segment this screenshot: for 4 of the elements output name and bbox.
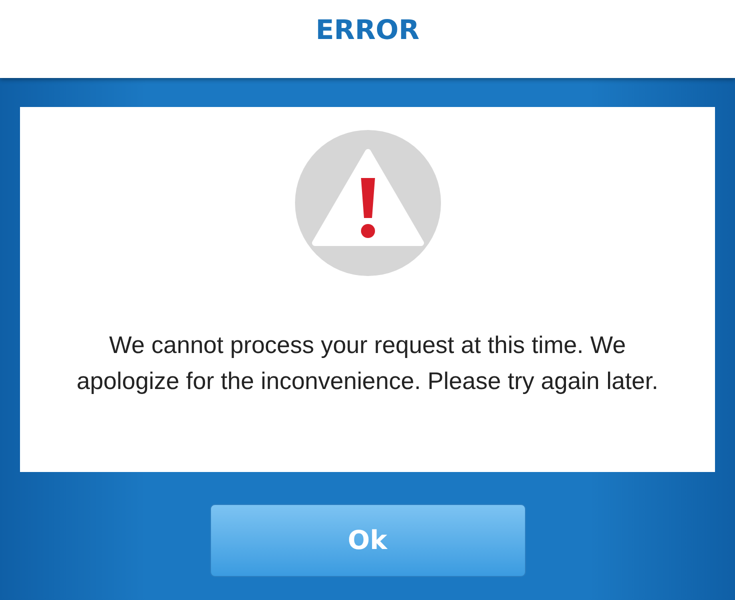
ok-button[interactable]: Ok	[210, 504, 526, 577]
warning-icon	[294, 130, 440, 276]
error-message: We cannot process your request at this time. We apologize for the inconvenience. Please try again later.	[76, 331, 660, 397]
page-title: ERROR	[316, 14, 420, 46]
